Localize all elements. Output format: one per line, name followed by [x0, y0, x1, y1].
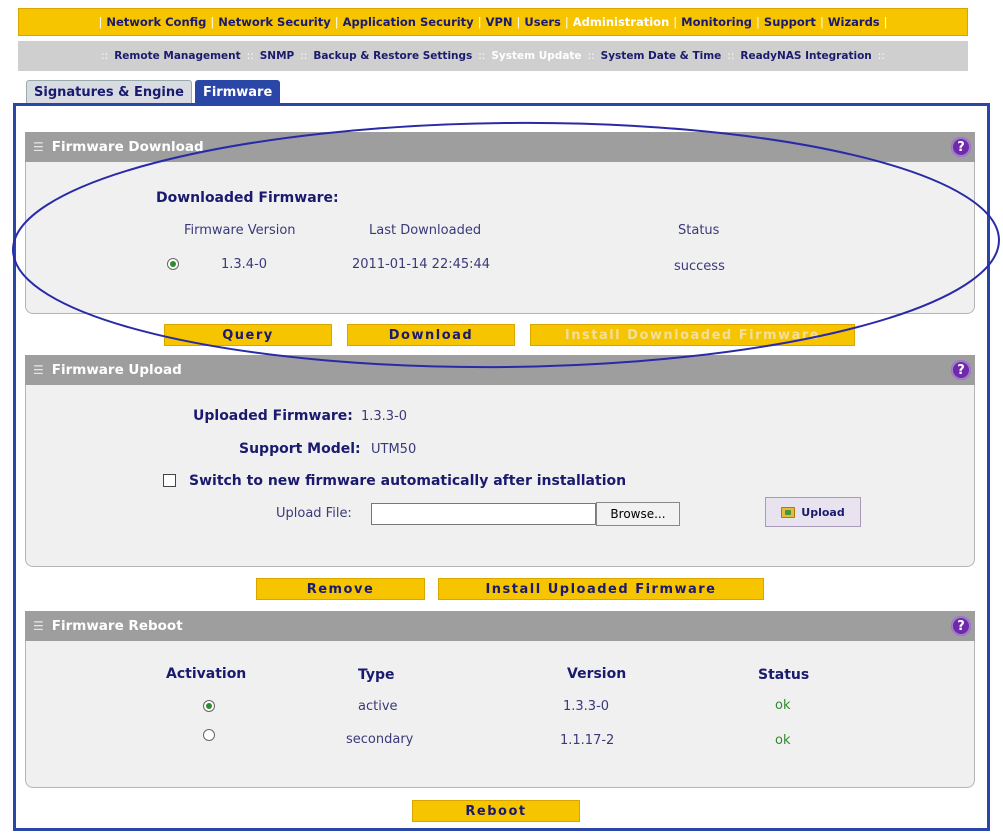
- col-type: Type: [358, 667, 395, 683]
- upload-file-input[interactable]: [371, 503, 596, 525]
- firmware-upload-header: ☰ Firmware Upload ?: [25, 355, 975, 385]
- downloaded-version: 1.3.4-0: [221, 257, 268, 272]
- top-nav-vpn[interactable]: VPN: [486, 15, 513, 29]
- sub-nav: :: Remote Management :: SNMP :: Backup &…: [18, 41, 968, 71]
- firmware-upload-title: Firmware Upload: [51, 362, 182, 378]
- question-circle-icon[interactable]: ?: [951, 616, 971, 636]
- grip-icon: ☰: [33, 619, 44, 633]
- tab-firmware[interactable]: Firmware: [194, 80, 281, 104]
- top-nav-administration[interactable]: Administration: [573, 15, 670, 29]
- col-version: Version: [567, 666, 627, 682]
- downloaded-status: success: [674, 259, 725, 274]
- col-last-downloaded: Last Downloaded: [369, 223, 482, 238]
- switch-firmware-checkbox[interactable]: [163, 474, 176, 487]
- col-activation: Activation: [166, 666, 247, 682]
- firmware-reboot-panel: Activation Type Version Status active 1.…: [25, 641, 975, 788]
- upload-button-label: Upload: [801, 505, 845, 519]
- downloaded-firmware-radio[interactable]: [167, 258, 179, 270]
- top-nav: | Network Config | Network Security | Ap…: [18, 8, 968, 36]
- switch-firmware-label: Switch to new firmware automatically aft…: [189, 473, 627, 489]
- top-nav-monitoring[interactable]: Monitoring: [681, 15, 752, 29]
- upload-button[interactable]: Upload: [765, 497, 861, 527]
- uploaded-firmware-value: 1.3.3-0: [361, 409, 408, 424]
- folder-upload-icon: [781, 506, 796, 518]
- reboot-button[interactable]: Reboot: [412, 800, 580, 822]
- firmware-reboot-header: ☰ Firmware Reboot ?: [25, 611, 975, 641]
- firmware-upload-panel: Uploaded Firmware: 1.3.3-0 Support Model…: [25, 385, 975, 567]
- activation-radio-secondary[interactable]: [203, 729, 215, 741]
- sub-nav-readynas-integration[interactable]: ReadyNAS Integration: [740, 50, 871, 62]
- firmware-download-panel: Downloaded Firmware: Firmware Version La…: [25, 162, 975, 314]
- top-nav-network-config[interactable]: Network Config: [106, 15, 206, 29]
- firmware-reboot-title: Firmware Reboot: [51, 618, 183, 634]
- tab-signatures-engine[interactable]: Signatures & Engine: [26, 80, 192, 104]
- sub-nav-system-date-time[interactable]: System Date & Time: [601, 50, 722, 62]
- top-nav-wizards[interactable]: Wizards: [828, 15, 880, 29]
- question-circle-icon[interactable]: ?: [951, 360, 971, 380]
- download-button[interactable]: Download: [347, 324, 515, 346]
- uploaded-firmware-label: Uploaded Firmware:: [193, 408, 353, 424]
- firmware-download-title: Firmware Download: [51, 139, 204, 155]
- top-nav-users[interactable]: Users: [524, 15, 561, 29]
- reboot-type: secondary: [346, 732, 414, 747]
- browse-button[interactable]: Browse...: [596, 502, 680, 526]
- tab-bar: Signatures & Engine Firmware: [26, 80, 283, 104]
- downloaded-date: 2011-01-14 22:45:44: [352, 257, 491, 272]
- reboot-status: ok: [775, 698, 791, 713]
- install-uploaded-firmware-button[interactable]: Install Uploaded Firmware: [438, 578, 764, 600]
- top-nav-network-security[interactable]: Network Security: [218, 15, 330, 29]
- remove-button[interactable]: Remove: [256, 578, 425, 600]
- sub-nav-remote-management[interactable]: Remote Management: [114, 50, 240, 62]
- install-downloaded-firmware-button[interactable]: Install Downloaded Firmware: [530, 324, 855, 346]
- reboot-status: ok: [775, 733, 791, 748]
- support-model-value: UTM50: [371, 442, 417, 457]
- query-button[interactable]: Query: [164, 324, 332, 346]
- top-nav-application-security[interactable]: Application Security: [343, 15, 474, 29]
- grip-icon: ☰: [33, 363, 44, 377]
- top-nav-support[interactable]: Support: [764, 15, 816, 29]
- sub-nav-system-update[interactable]: System Update: [491, 50, 581, 62]
- firmware-download-header: ☰ Firmware Download ?: [25, 132, 975, 162]
- question-circle-icon[interactable]: ?: [951, 137, 971, 157]
- grip-icon: ☰: [33, 140, 44, 154]
- reboot-version: 1.3.3-0: [563, 699, 610, 714]
- col-reboot-status: Status: [758, 667, 810, 683]
- reboot-type: active: [358, 699, 398, 714]
- activation-radio-active[interactable]: [203, 700, 215, 712]
- downloaded-firmware-label: Downloaded Firmware:: [156, 190, 339, 206]
- reboot-version: 1.1.17-2: [560, 733, 615, 748]
- col-status: Status: [678, 223, 720, 238]
- support-model-label: Support Model:: [239, 441, 361, 457]
- col-firmware-version: Firmware Version: [184, 223, 296, 238]
- upload-file-label: Upload File:: [276, 506, 352, 521]
- sub-nav-backup-restore[interactable]: Backup & Restore Settings: [313, 50, 472, 62]
- sub-nav-snmp[interactable]: SNMP: [260, 50, 295, 62]
